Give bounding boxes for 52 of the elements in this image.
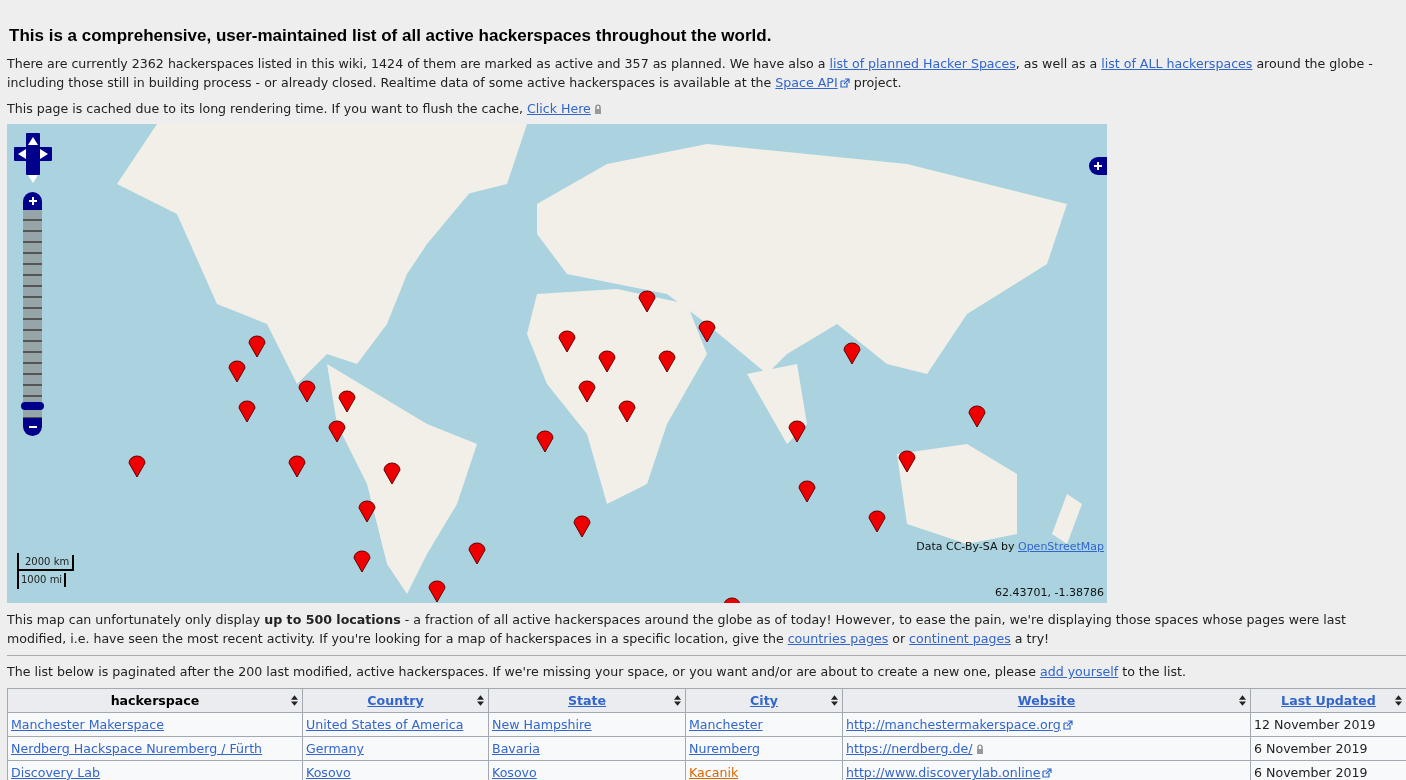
sort-icon[interactable] (291, 695, 298, 706)
table-cell: United States of America (302, 712, 489, 737)
column-header[interactable]: hackerspace (7, 688, 303, 713)
table-cell: Bavaria (488, 736, 686, 761)
layer-switcher-button[interactable] (1089, 157, 1107, 175)
link[interactable]: OpenStreetMap (1017, 540, 1104, 553)
link[interactable]: Click Here (526, 101, 603, 116)
paragraph: The list below is paginated after the 200 last modified, active hackerspaces. If we're missing your space, or you want and/or are about to create a new one, please add yourself to the list. (7, 663, 1188, 681)
zoom-out-button[interactable] (23, 418, 42, 436)
column-header[interactable]: State (488, 688, 686, 713)
sort-icon[interactable] (1239, 695, 1246, 706)
lock-icon (592, 104, 603, 114)
column-header[interactable]: City (685, 688, 843, 713)
sort-icon[interactable] (831, 695, 838, 706)
table-cell: Nerdberg Hackspace Nuremberg / Fürth (7, 736, 303, 761)
sort-icon[interactable] (477, 695, 484, 706)
table-cell: Germany (302, 736, 489, 761)
scale-label: 2000 km (19, 555, 75, 571)
plus-icon (27, 196, 38, 206)
external-link-icon (839, 78, 850, 88)
cursor-coordinates: 62.43701, -1.38786 (995, 586, 1104, 599)
table-cell: https://nerdberg.de/ (842, 736, 1251, 761)
external-link-icon (1062, 720, 1073, 730)
sort-icon[interactable] (1395, 695, 1402, 706)
zoom-slider[interactable] (23, 210, 42, 418)
column-header[interactable]: Last Updated (1250, 688, 1406, 713)
scale-label: 1000 mi (19, 573, 67, 587)
table-cell: Discovery Lab (7, 760, 303, 780)
external-link-icon (1042, 768, 1053, 778)
column-header[interactable]: Country (302, 688, 489, 713)
lock-icon (974, 744, 985, 754)
map-attribution: Data CC-By-SA by OpenStreetMap (916, 540, 1104, 553)
table-cell: 6 November 2019 (1250, 736, 1406, 761)
sort-icon[interactable] (674, 695, 681, 706)
link[interactable]: add yourself (1039, 664, 1119, 679)
plus-icon (1093, 161, 1103, 171)
table-cell: http://manchestermakerspace.org (842, 712, 1251, 737)
paragraph: This page is cached due to its long rendering time. If you want to flush the cache, Click Here (7, 99, 1400, 118)
paragraph: There are currently 2362 hackerspaces listed in this wiki, 1424 of them are marked as active and 357 as planned. We have also a list of planned Hacker Spaces, as well as a list of ALL hackerspaces around the globe - including those still in building process - or already closed. Realtime data of some active hackerspaces is available at the Space API project. (7, 55, 1374, 92)
table-cell: New Hampshire (488, 712, 686, 737)
link[interactable]: countries pages (787, 631, 889, 646)
table-cell: Nuremberg (685, 736, 843, 761)
table-cell: 12 November 2019 (1250, 712, 1406, 737)
page-heading: This is a comprehensive, user-maintained list of all active hackerspaces throughout the world. (9, 26, 773, 46)
paragraph: This map can unfortunately only display up to 500 locations - a fraction of all active hackerspaces around the globe as of today! However, to ease the pain, we're displaying those spaces whose pages were last modified, i.e. have seen the most recent activity. If you're looking for a map of hackerspaces in a specific location, give the countries pages or continent pages a try! (7, 611, 1348, 648)
link[interactable]: continent pages (909, 631, 1011, 646)
table-cell: Manchester Makerspace (7, 712, 303, 737)
link[interactable]: Space API (775, 75, 850, 90)
link[interactable]: list of ALL hackerspaces (1101, 56, 1253, 71)
link[interactable]: list of planned Hacker Spaces (829, 56, 1016, 71)
column-header[interactable]: Website (842, 688, 1251, 713)
table-cell: Manchester (685, 712, 843, 737)
